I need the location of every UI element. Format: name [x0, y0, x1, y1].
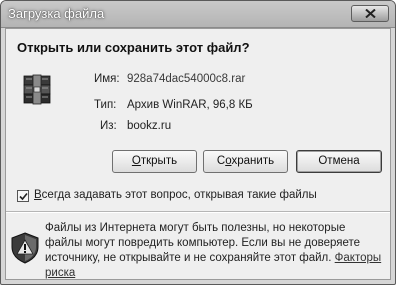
from-label: Из:: [100, 120, 117, 132]
checkmark-icon: [19, 192, 28, 201]
window-title: Загрузка файла: [8, 6, 105, 21]
close-icon: [365, 9, 376, 18]
file-type: Архив WinRAR, 96,8 КБ: [127, 99, 253, 111]
file-download-dialog: Загрузка файла Открыть или сохранить это…: [0, 0, 396, 285]
dialog-heading: Открыть или сохранить этот файл?: [17, 40, 250, 55]
name-label: Имя:: [94, 73, 120, 85]
dialog-body: Открыть или сохранить этот файл? Имя: 92…: [5, 28, 391, 280]
security-warning: Файлы из Интернета могут быть полезны, н…: [45, 221, 385, 281]
file-source: bookz.ru: [127, 120, 172, 132]
open-button[interactable]: Открыть: [112, 150, 197, 173]
type-label: Тип:: [94, 99, 117, 111]
save-button[interactable]: Сохранить: [203, 150, 288, 173]
cancel-button[interactable]: Отмена: [296, 150, 382, 173]
shield-warning-icon: [11, 232, 39, 264]
always-ask-checkbox[interactable]: [17, 190, 29, 202]
warning-text: Файлы из Интернета могут быть полезны, н…: [45, 222, 361, 264]
always-ask-label[interactable]: Всегда задавать этот вопрос, открывая та…: [34, 189, 317, 201]
title-bar[interactable]: Загрузка файла: [1, 1, 395, 28]
file-name: 928a74dac54000c8.rar: [127, 73, 246, 85]
winrar-archive-icon: [23, 74, 51, 105]
close-button[interactable]: [351, 5, 389, 22]
divider-highlight: [6, 212, 390, 213]
